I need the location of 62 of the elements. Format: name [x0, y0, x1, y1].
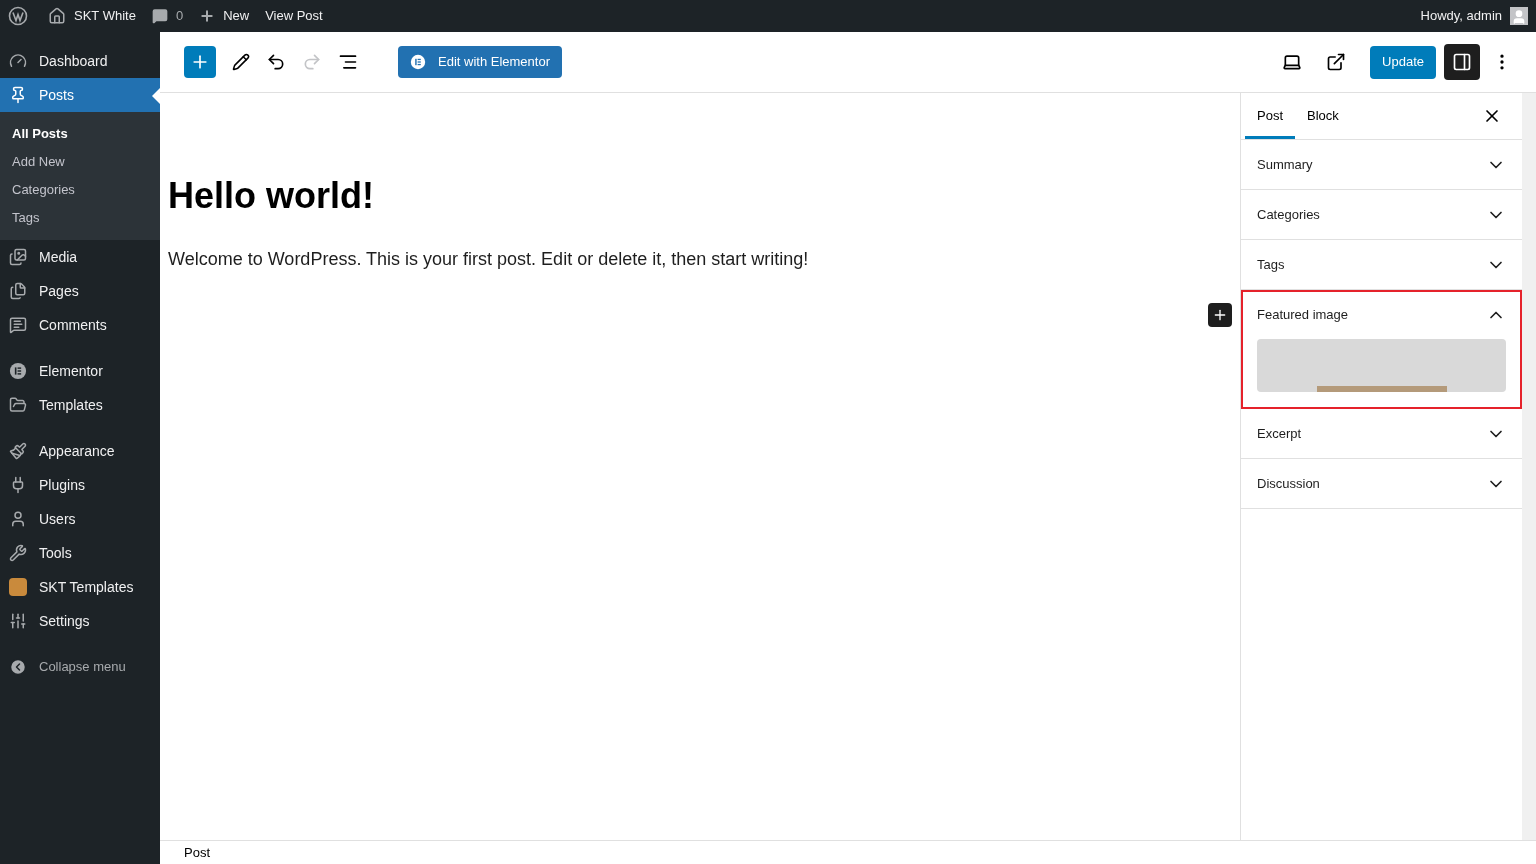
post-paragraph[interactable]: Welcome to WordPress. This is your first post. Edit or delete it, then start writing! [168, 246, 1232, 273]
menu-item[interactable]: SKT Templates [0, 570, 160, 604]
submenu-item[interactable]: Tags [0, 204, 160, 232]
menu-item[interactable]: Pages [0, 274, 160, 308]
comment-count[interactable]: 0 [175, 6, 184, 26]
menu-icon [9, 544, 27, 562]
submenu-item[interactable]: Add New [0, 148, 160, 176]
sidebar-panel-icon [1452, 52, 1472, 72]
menu-icon [9, 248, 27, 266]
menu-icon [9, 282, 27, 300]
list-view-icon[interactable] [338, 52, 358, 72]
menu-icon [9, 52, 27, 70]
menu-item[interactable]: Appearance [0, 434, 160, 468]
submenu-item[interactable]: All Posts [0, 120, 160, 148]
collapse-icon [9, 658, 27, 676]
collapse-menu-button[interactable]: Collapse menu [0, 650, 160, 684]
undo-icon[interactable] [266, 52, 286, 72]
elementor-icon [9, 362, 27, 380]
post-title[interactable]: Hello world! [168, 173, 1232, 218]
wordpress-logo-icon[interactable] [8, 6, 28, 26]
skt-logo-icon [9, 578, 27, 596]
update-button[interactable]: Update [1370, 45, 1436, 79]
home-icon[interactable] [48, 7, 66, 25]
menu-icon [9, 510, 27, 528]
menu-item[interactable]: Elementor [0, 354, 160, 388]
section-header[interactable]: Categories [1241, 190, 1522, 239]
menu-item[interactable]: Settings [0, 604, 160, 638]
greeting-link[interactable]: Howdy, admin [1420, 6, 1502, 26]
section-header[interactable]: Summary [1241, 140, 1522, 189]
menu-icon [9, 442, 27, 460]
menu-item[interactable]: Users [0, 502, 160, 536]
menu-icon [9, 316, 27, 334]
submenu-item[interactable]: Categories [0, 176, 160, 204]
pencil-icon[interactable] [232, 53, 250, 71]
laptop-icon[interactable] [1282, 52, 1303, 72]
menu-icon [9, 396, 27, 414]
section-header[interactable]: Tags [1241, 240, 1522, 289]
menu-item[interactable]: Comments [0, 308, 160, 342]
external-link-icon[interactable] [1326, 52, 1347, 72]
menu-item[interactable]: Posts [0, 78, 160, 112]
new-link[interactable]: New [223, 6, 250, 26]
plus-icon [1212, 307, 1228, 323]
comment-icon[interactable] [151, 8, 168, 24]
menu-item[interactable]: Templates [0, 388, 160, 422]
settings-toggle-button[interactable] [1444, 44, 1480, 80]
section-header[interactable]: Excerpt [1241, 409, 1522, 458]
elementor-icon [410, 54, 426, 70]
add-block-button[interactable] [1208, 303, 1232, 327]
section-header[interactable]: Featured image [1241, 290, 1522, 339]
menu-icon [9, 86, 27, 104]
edit-with-elementor-button[interactable]: Edit with Elementor [398, 46, 562, 78]
menu-item[interactable]: Dashboard [0, 44, 160, 78]
menu-item[interactable]: Tools [0, 536, 160, 570]
panel-tab[interactable]: Post [1245, 93, 1295, 139]
menu-icon [9, 612, 27, 630]
menu-item[interactable]: Plugins [0, 468, 160, 502]
view-post-link[interactable]: View Post [265, 6, 323, 26]
panel-tab[interactable]: Block [1295, 93, 1351, 139]
site-name-link[interactable]: SKT White [74, 6, 136, 26]
section-header[interactable]: Discussion [1241, 459, 1522, 508]
menu-item[interactable]: Media [0, 240, 160, 274]
breadcrumb-link[interactable]: Post [184, 842, 210, 863]
